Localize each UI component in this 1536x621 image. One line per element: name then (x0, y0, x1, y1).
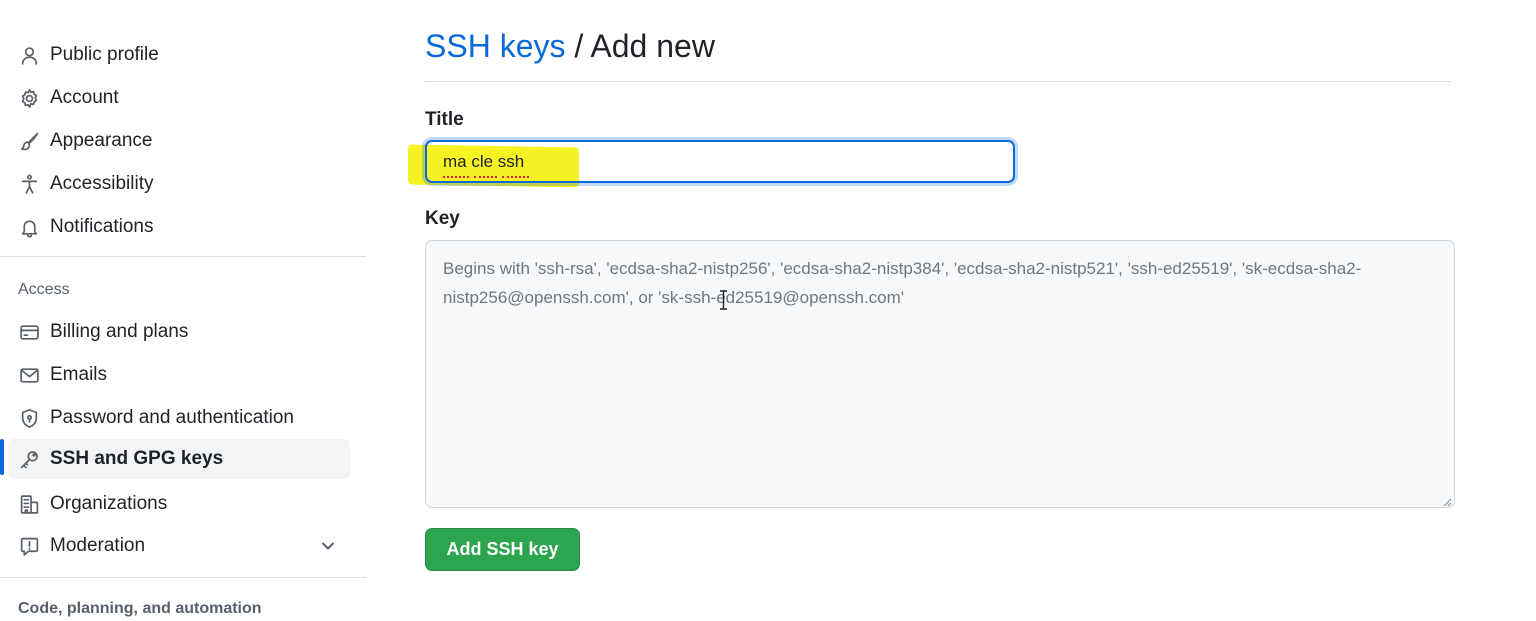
sidebar-item-account[interactable]: Account (8, 78, 350, 118)
sidebar-item-moderation[interactable]: Moderation (8, 526, 350, 566)
add-ssh-key-button[interactable]: Add SSH key (425, 528, 580, 571)
spellcheck-underline (474, 173, 497, 178)
sidebar-item-label: Account (50, 87, 119, 108)
mail-icon (18, 364, 40, 386)
sidebar-section-heading-access: Access (18, 281, 70, 298)
resize-grip-icon[interactable] (1441, 494, 1452, 507)
sidebar-item-label: Notifications (50, 216, 154, 237)
sidebar-item-emails[interactable]: Emails (8, 355, 350, 395)
accessibility-icon (18, 173, 40, 195)
shield-lock-icon (18, 407, 40, 429)
breadcrumb-ssh-keys-link[interactable]: SSH keys (425, 28, 565, 64)
settings-sidebar: Public profile Account Appearance Access… (0, 0, 370, 621)
sidebar-item-password-authentication[interactable]: Password and authentication (8, 398, 350, 438)
sidebar-item-notifications[interactable]: Notifications (8, 207, 350, 247)
key-textarea[interactable] (425, 240, 1455, 508)
sidebar-item-label: Appearance (50, 130, 153, 151)
spellcheck-underline (502, 173, 529, 178)
sidebar-item-ssh-gpg-keys[interactable]: SSH and GPG keys (8, 439, 350, 479)
sidebar-item-label: Accessibility (50, 173, 154, 194)
sidebar-item-label: Billing and plans (50, 321, 189, 342)
person-icon (18, 44, 40, 66)
title-field-label: Title (425, 109, 464, 130)
chevron-down-icon[interactable] (318, 536, 338, 556)
sidebar-item-organizations[interactable]: Organizations (8, 484, 350, 524)
sidebar-section-heading-code: Code, planning, and automation (18, 600, 262, 617)
breadcrumb-separator: / (565, 28, 591, 64)
bell-icon (18, 216, 40, 238)
sidebar-item-accessibility[interactable]: Accessibility (8, 164, 350, 204)
gear-icon (18, 87, 40, 109)
sidebar-item-label: SSH and GPG keys (50, 448, 224, 469)
page-title-text: Add new (590, 28, 715, 64)
sidebar-item-appearance[interactable]: Appearance (8, 121, 350, 161)
spellcheck-underline (443, 173, 469, 178)
active-indicator (0, 439, 4, 475)
credit-card-icon (18, 321, 40, 343)
sidebar-item-label: Public profile (50, 44, 159, 65)
sidebar-item-label: Emails (50, 364, 108, 385)
sidebar-item-public-profile[interactable]: Public profile (8, 35, 350, 75)
key-icon (18, 448, 40, 470)
sidebar-item-label: Moderation (50, 535, 146, 556)
text-cursor-icon (719, 290, 728, 310)
page-title: SSH keys / Add new (425, 28, 715, 65)
paintbrush-icon (18, 130, 40, 152)
sidebar-item-label: Password and authentication (50, 407, 294, 428)
key-field-label: Key (425, 208, 460, 229)
sidebar-divider (0, 256, 366, 257)
sidebar-divider (0, 577, 366, 578)
sidebar-item-billing[interactable]: Billing and plans (8, 312, 350, 352)
organization-icon (18, 493, 40, 515)
title-divider (425, 81, 1451, 82)
sidebar-item-label: Organizations (50, 493, 168, 514)
report-icon (18, 535, 40, 557)
